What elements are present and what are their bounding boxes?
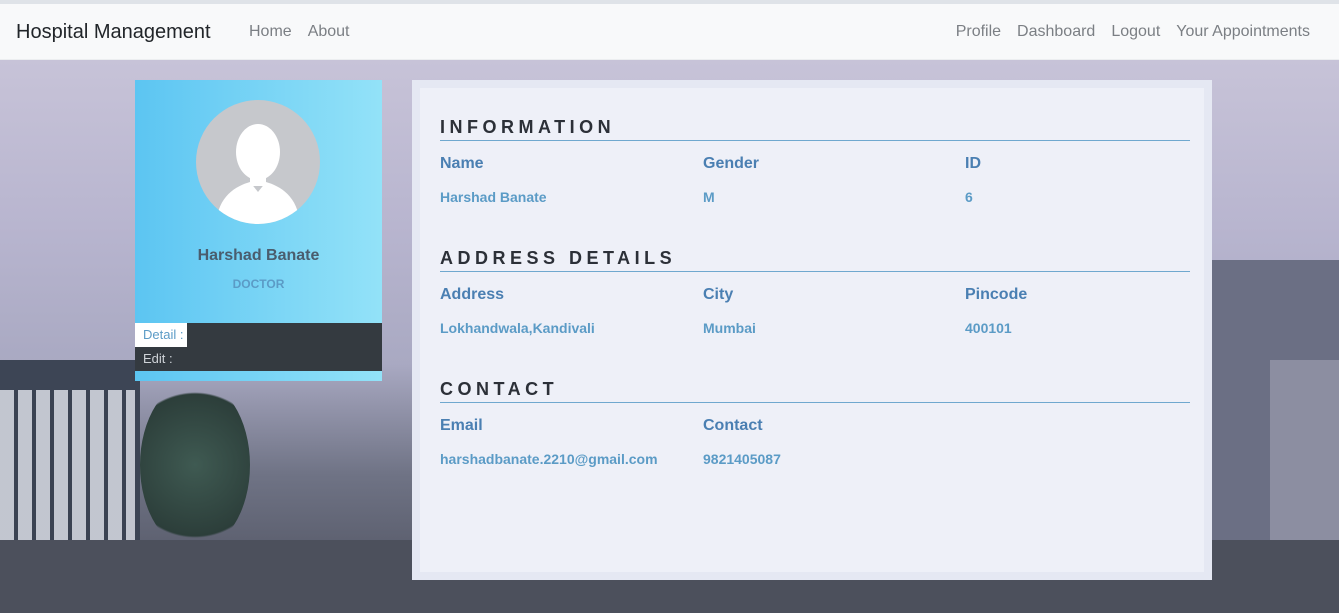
menu-item-edit[interactable]: Edit : [135,347,382,371]
city-cell: City Mumbai [703,272,756,336]
info-gender-value: M [703,189,715,205]
person-silhouette-icon [216,124,300,224]
info-name-value: Harshad Banate [440,189,547,205]
tree [140,380,250,550]
address-row: Address Lokhandwala,Kandivali City Mumba… [440,272,1190,342]
pincode-value: 400101 [965,320,1012,336]
pincode-cell: Pincode 400101 [965,272,1027,336]
information-section: INFORMATION Name Harshad Banate Gender M… [440,117,1190,211]
profile-card: Harshad Banate DOCTOR Detail : Edit : [135,80,382,381]
info-id-label: ID [965,155,981,172]
navbar: Hospital Management Home About Profile D… [0,4,1339,60]
email-cell: Email harshadbanate.2210@gmail.com [440,403,658,467]
nav-appointments-link[interactable]: Your Appointments [1176,23,1310,41]
building-left-windows [0,390,135,540]
info-gender-cell: Gender M [703,141,759,205]
address-label: Address [440,286,505,303]
address-value: Lokhandwala,Kandivali [440,320,595,336]
building-right-wing [1270,360,1339,560]
email-label: Email [440,417,483,434]
phone-value: 9821405087 [703,451,781,467]
profile-role: DOCTOR [232,277,285,291]
info-id-cell: ID 6 [965,141,981,205]
phone-label: Contact [703,417,763,434]
avatar [196,100,320,224]
information-title: INFORMATION [440,117,1190,141]
city-label: City [703,286,734,303]
info-card: INFORMATION Name Harshad Banate Gender M… [412,80,1212,580]
contact-section: CONTACT Email harshadbanate.2210@gmail.c… [440,379,1190,473]
nav-left: Home About [249,23,350,41]
phone-cell: Contact 9821405087 [703,403,781,467]
nav-about-link[interactable]: About [308,23,350,41]
info-gender-label: Gender [703,155,760,172]
nav-dashboard-link[interactable]: Dashboard [1017,23,1095,41]
city-value: Mumbai [703,320,756,336]
address-title: ADDRESS DETAILS [440,248,1190,272]
address-section: ADDRESS DETAILS Address Lokhandwala,Kand… [440,248,1190,342]
profile-menu: Detail : Edit : [135,323,382,371]
menu-item-detail[interactable]: Detail : [135,323,188,347]
brand-title[interactable]: Hospital Management [16,21,211,44]
information-row: Name Harshad Banate Gender M ID 6 [440,141,1190,211]
address-cell: Address Lokhandwala,Kandivali [440,272,595,336]
info-id-value: 6 [965,189,973,205]
nav-logout-link[interactable]: Logout [1111,23,1160,41]
email-value[interactable]: harshadbanate.2210@gmail.com [440,451,658,467]
contact-title: CONTACT [440,379,1190,403]
pincode-label: Pincode [965,286,1028,303]
nav-profile-link[interactable]: Profile [956,23,1001,41]
contact-row: Email harshadbanate.2210@gmail.com Conta… [440,403,1190,473]
menu-item-detail-wrap: Detail : [135,323,382,347]
nav-home-link[interactable]: Home [249,23,292,41]
profile-name: Harshad Banate [197,247,320,264]
info-name-cell: Name Harshad Banate [440,141,547,205]
info-name-label: Name [440,155,484,172]
nav-right: Profile Dashboard Logout Your Appointmen… [956,23,1310,41]
